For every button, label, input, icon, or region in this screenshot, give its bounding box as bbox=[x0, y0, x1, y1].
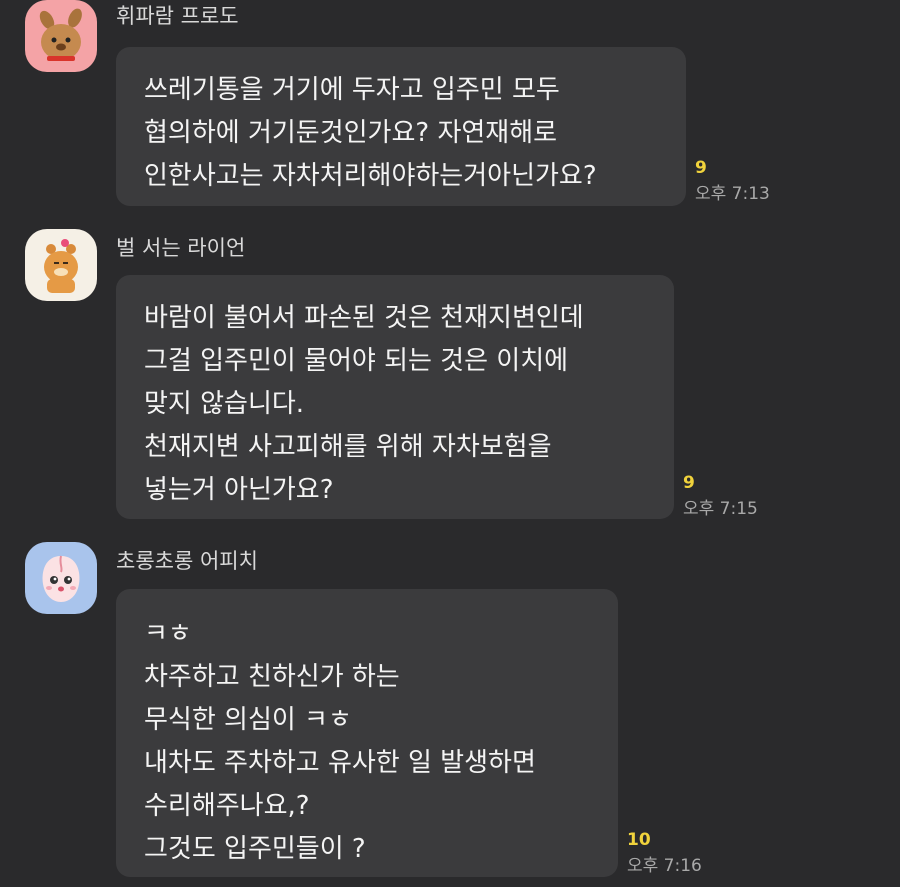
message-time: 오후 7:13 bbox=[695, 184, 770, 204]
sender-name: 휘파람 프로도 bbox=[116, 4, 239, 28]
message-line: 맞지 않습니다. bbox=[144, 389, 305, 419]
unread-count: 10 bbox=[627, 830, 651, 850]
message-line: 천재지변 사고피해를 위해 자차보험을 bbox=[144, 432, 552, 462]
message-line: 그것도 입주민들이 ? bbox=[144, 834, 366, 864]
apeach-avatar-icon bbox=[25, 542, 97, 614]
message-line: 바람이 불어서 파손된 것은 천재지변인데 bbox=[144, 303, 584, 333]
sender-avatar[interactable] bbox=[25, 0, 97, 72]
message-line: 차주하고 친하신가 하는 bbox=[144, 662, 400, 692]
message-line: 무식한 의심이 ㅋㅎ bbox=[144, 705, 352, 735]
message-line: 그걸 입주민이 물어야 되는 것은 이치에 bbox=[144, 346, 569, 376]
frodo-dog-avatar-icon bbox=[25, 0, 97, 72]
message-line: 수리해주나요,? bbox=[144, 791, 310, 821]
message-bubble[interactable]: 바람이 불어서 파손된 것은 천재지변인데 그걸 입주민이 물어야 되는 것은 … bbox=[116, 275, 674, 519]
message-line: 쓰레기통을 거기에 두자고 입주민 모두 bbox=[144, 75, 560, 105]
message-time: 오후 7:15 bbox=[683, 499, 758, 519]
ryan-lion-avatar-icon bbox=[25, 229, 97, 301]
unread-count: 9 bbox=[695, 158, 707, 178]
message-bubble[interactable]: 쓰레기통을 거기에 두자고 입주민 모두 협의하에 거기둔것인가요? 자연재해로… bbox=[116, 47, 686, 206]
message-line: 넣는거 아닌가요? bbox=[144, 475, 334, 505]
sender-avatar[interactable] bbox=[25, 542, 97, 614]
message-bubble[interactable]: ㅋㅎ 차주하고 친하신가 하는 무식한 의심이 ㅋㅎ 내차도 주차하고 유사한 … bbox=[116, 589, 618, 877]
sender-name: 벌 서는 라이언 bbox=[116, 236, 246, 260]
sender-name: 초롱초롱 어피치 bbox=[116, 549, 258, 573]
message-line: 내차도 주차하고 유사한 일 발생하면 bbox=[144, 748, 536, 778]
message-time: 오후 7:16 bbox=[627, 856, 702, 876]
message-line: 인한사고는 자차처리해야하는거아닌가요? bbox=[144, 161, 597, 191]
message-line: 협의하에 거기둔것인가요? 자연재해로 bbox=[144, 118, 558, 148]
unread-count: 9 bbox=[683, 473, 695, 493]
message-line: ㅋㅎ bbox=[144, 619, 192, 649]
sender-avatar[interactable] bbox=[25, 229, 97, 301]
